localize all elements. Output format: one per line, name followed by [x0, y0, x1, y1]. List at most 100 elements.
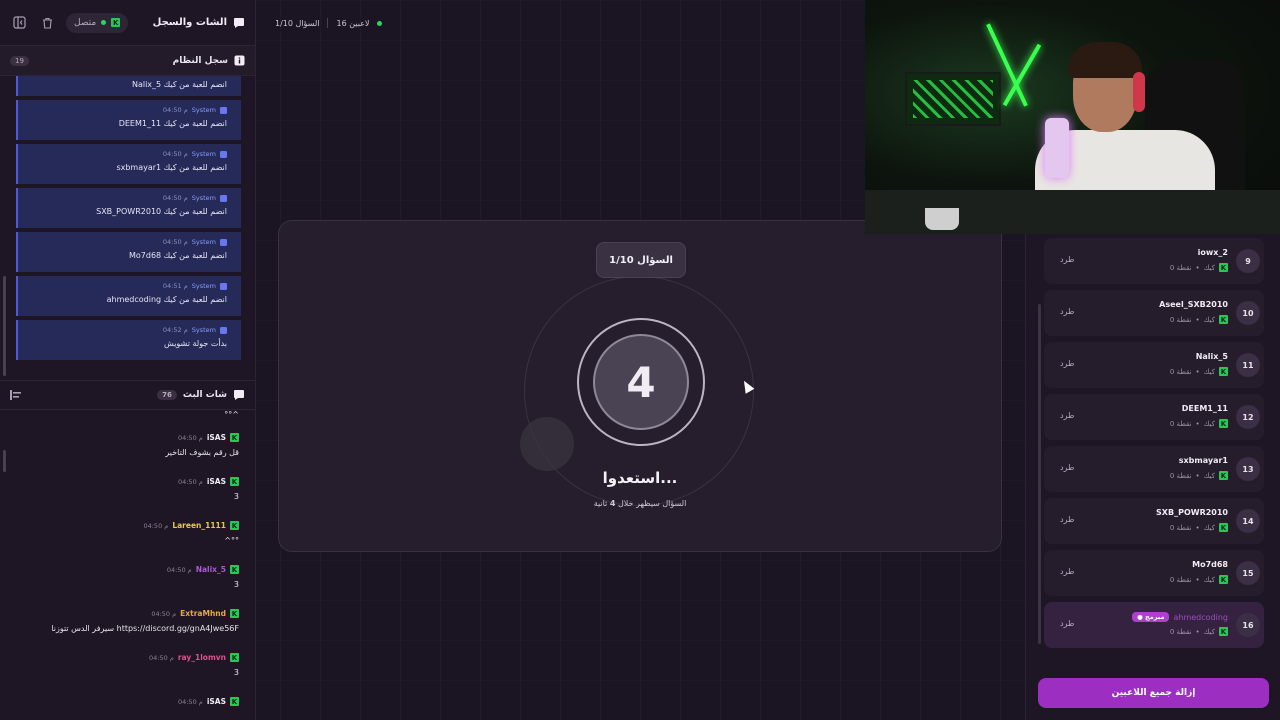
- player-name: SXB_POWR2010: [1156, 508, 1228, 517]
- chat-username[interactable]: ray_1lomvn: [178, 653, 226, 662]
- kick-logo-icon: K: [1219, 627, 1228, 636]
- system-log-item: 04:50 م System DEEM1_11 انضم للعبة من كيك: [16, 100, 241, 140]
- player-name-row: Aseel_SXB2010: [1159, 300, 1228, 309]
- players-scrollbar[interactable]: [1038, 304, 1041, 644]
- player-number: 14: [1236, 509, 1260, 533]
- chat-message: 3: [233, 668, 239, 677]
- kick-player-button[interactable]: طرد: [1060, 567, 1074, 576]
- system-time: 04:50 م: [162, 106, 188, 114]
- player-platform: كيك: [1203, 367, 1215, 376]
- player-name-row: sxbmayar1: [1179, 456, 1228, 465]
- system-icon: [220, 238, 227, 246]
- player-meta: 0 نقطة • كيك K: [1170, 419, 1228, 428]
- player-number: 15: [1236, 561, 1260, 585]
- system-log-scrollbar[interactable]: [3, 276, 6, 376]
- align-icon[interactable]: [10, 390, 22, 400]
- webcam-tv: [905, 72, 1001, 126]
- badge-text: مبرمج: [1145, 613, 1165, 621]
- chat-time: 04:50 م: [149, 653, 174, 662]
- kick-player-button[interactable]: طرد: [1060, 619, 1074, 628]
- chat-message: 3: [233, 492, 239, 501]
- chat-message-item: 04:50 م ExtraMhnd K سيرفر الدس تتوزنا https…: [10, 609, 239, 647]
- game-status-bar: السؤال 1/10 16 لاعبين: [275, 18, 383, 28]
- players-list: 9 iowx_2 0 نقطة • كيك K طرد 10 Aseel_SXB2010 0 نق…: [1044, 238, 1264, 654]
- chat-message-item: 04:50 م Lareen_1111 K ^°°: [10, 521, 239, 559]
- chat-username[interactable]: iSAS: [207, 477, 226, 486]
- trash-icon[interactable]: [38, 14, 56, 32]
- players-panel: 9 iowx_2 0 نقطة • كيك K طرد 10 Aseel_SXB2010 0 نق…: [1025, 234, 1280, 720]
- chat-time: 04:50 م: [177, 477, 203, 486]
- decorative-circle: [520, 417, 574, 471]
- system-log-msg: ahmedcoding انضم للعبة من كيك: [106, 295, 227, 304]
- kick-player-button[interactable]: طرد: [1060, 515, 1074, 524]
- kick-logo-icon: K: [1219, 523, 1228, 532]
- player-name-row: SXB_POWR2010: [1156, 508, 1228, 517]
- system-sender: System: [191, 282, 216, 290]
- collapse-panel-icon[interactable]: [10, 14, 28, 32]
- webcam-headset: [1133, 72, 1145, 112]
- chat-username[interactable]: iSAS: [207, 433, 226, 442]
- kick-player-button[interactable]: طرد: [1060, 307, 1074, 316]
- chat-username[interactable]: Nalix_5: [196, 565, 226, 574]
- kick-player-button[interactable]: طرد: [1060, 411, 1074, 420]
- chat-time: 04:50 م: [177, 433, 203, 442]
- player-points: 0 نقطة: [1169, 315, 1192, 324]
- kick-logo-icon: K: [230, 653, 239, 662]
- player-number: 10: [1236, 301, 1260, 325]
- player-row: 13 sxbmayar1 0 نقطة • كيك K طرد: [1044, 446, 1264, 492]
- player-meta: 0 نقطة • كيك K: [1170, 263, 1228, 272]
- player-name: iowx_2: [1197, 248, 1228, 257]
- kick-logo-icon: K: [111, 18, 121, 27]
- connection-status: متصل K: [66, 12, 129, 33]
- kick-player-button[interactable]: طرد: [1060, 359, 1074, 368]
- remove-all-players-button[interactable]: إزالة جميع اللاعبين: [1038, 678, 1269, 708]
- player-number: 16: [1236, 613, 1260, 637]
- kick-player-button[interactable]: طرد: [1060, 255, 1074, 264]
- panel-title-text: الشات والسجل: [152, 17, 227, 28]
- system-log-header[interactable]: 19 سجل النظام: [0, 46, 255, 76]
- chat-username[interactable]: iSAS: [207, 697, 226, 706]
- system-icon: [220, 282, 227, 290]
- stream-chat-header[interactable]: 76 شات البث: [0, 380, 255, 410]
- player-meta: 0 نقطة • كيك K: [1170, 575, 1228, 584]
- player-name-row: DEEM1_11: [1182, 404, 1228, 413]
- player-points: 0 نقطة: [1169, 627, 1192, 636]
- get-ready-heading: استعدوا...: [602, 469, 678, 487]
- player-points: 0 نقطة: [1169, 263, 1192, 272]
- system-log-list: Nalix_5 انضم للعبة من كيك 04:50 م System D…: [0, 76, 255, 380]
- system-log-item: 04:52 م System بدأت جولة تشويش: [16, 320, 241, 360]
- chat-time: 04:50 م: [143, 521, 169, 530]
- player-platform: كيك: [1203, 315, 1215, 324]
- system-sender: System: [191, 150, 216, 158]
- chat-message: سيرفر الدس تتوزنا https://discord.gg/gnA…: [51, 624, 239, 633]
- system-log-item: 04:50 م System sxbmayar1 انضم للعبة من كيك: [16, 144, 241, 184]
- chat-bubble-icon: [234, 17, 244, 28]
- developer-badge: ● مبرمج: [1132, 612, 1170, 622]
- system-log-msg: Nalix_5 انضم للعبة من كيك: [131, 80, 227, 89]
- system-sender: System: [191, 106, 216, 114]
- chat-message-item: 04:50 م iSAS K قل رقم بشوف التاخير: [10, 433, 239, 471]
- player-meta: 0 نقطة • كيك K: [1170, 627, 1228, 636]
- kick-player-button[interactable]: طرد: [1060, 463, 1074, 472]
- chat-message: 3: [233, 580, 239, 589]
- player-platform: كيك: [1203, 419, 1215, 428]
- chat-username[interactable]: Lareen_1111: [172, 521, 226, 530]
- kick-logo-icon: K: [1219, 263, 1228, 272]
- player-name: DEEM1_11: [1181, 404, 1228, 413]
- player-meta: 0 نقطة • كيك K: [1170, 471, 1228, 480]
- chat-scrollbar[interactable]: [3, 450, 6, 472]
- chat-username[interactable]: ExtraMhnd: [180, 609, 226, 618]
- webcam-microphone: [1045, 118, 1069, 178]
- kick-logo-icon: K: [230, 609, 239, 618]
- player-platform: كيك: [1203, 575, 1215, 584]
- system-icon: [220, 150, 227, 158]
- kick-logo-icon: K: [1219, 575, 1228, 584]
- meta-separator: •: [1195, 263, 1200, 272]
- player-count: 16 لاعبين: [336, 18, 370, 28]
- kick-logo-icon: K: [230, 565, 239, 574]
- kick-logo-icon: K: [230, 477, 239, 486]
- meta-separator: •: [1195, 419, 1200, 428]
- player-platform: كيك: [1203, 523, 1215, 532]
- player-row: 10 Aseel_SXB2010 0 نقطة • كيك K طرد: [1044, 290, 1264, 336]
- player-row: 16 ● مبرمج ahmedcoding 0 نقطة • كيك K طرد: [1044, 602, 1264, 648]
